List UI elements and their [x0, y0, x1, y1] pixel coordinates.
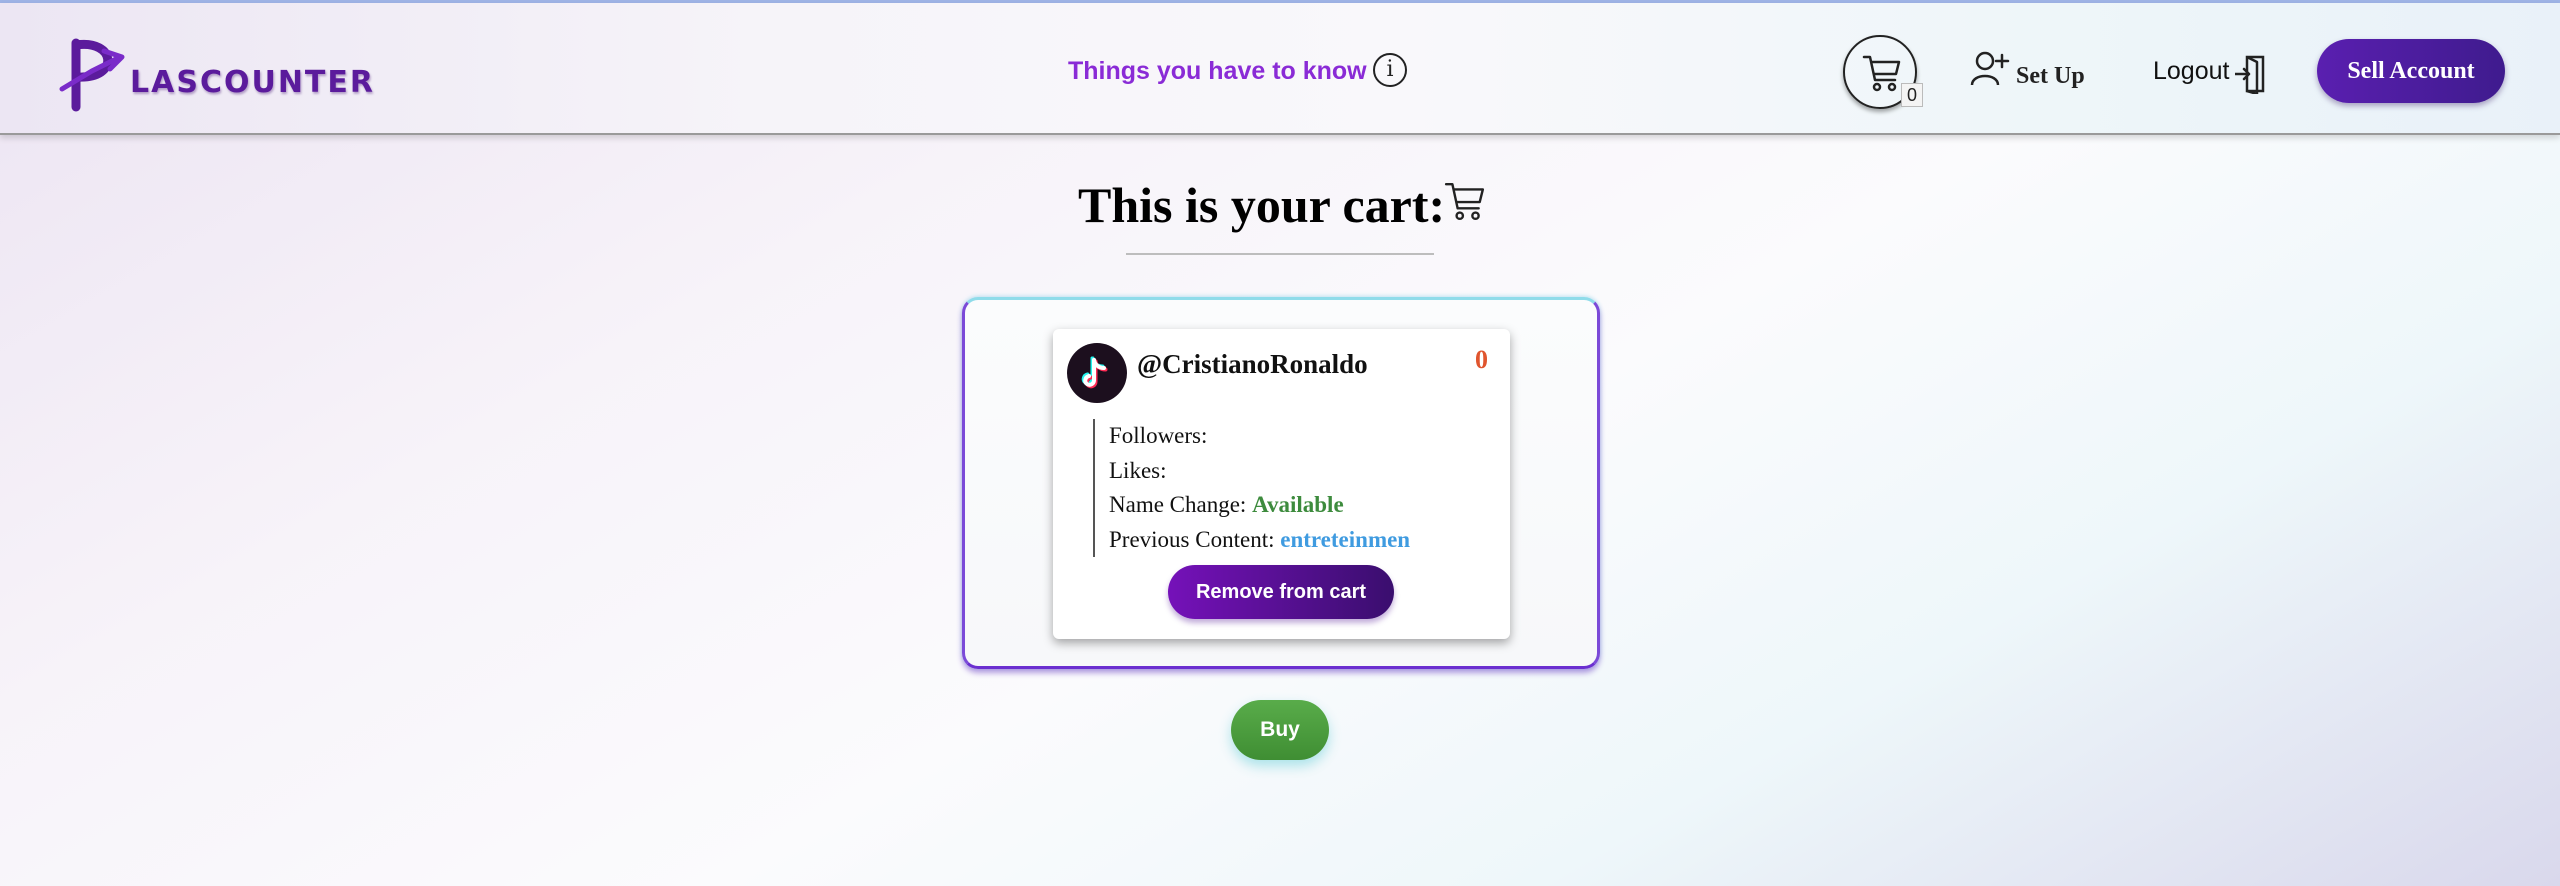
previous-content-label: Previous Content:	[1109, 526, 1275, 552]
logo[interactable]: LASCOUNTER	[58, 37, 373, 113]
logout-link[interactable]: Logout	[2153, 55, 2265, 94]
setup-label: Set Up	[2016, 63, 2085, 89]
followers-row: Followers:	[1109, 419, 1410, 454]
previous-content-row: Previous Content: entreteinmen	[1109, 523, 1410, 558]
tiktok-icon	[1067, 343, 1127, 403]
logo-mark-icon	[59, 38, 125, 112]
previous-content-value: entreteinmen	[1280, 526, 1411, 552]
logout-label: Logout	[2153, 57, 2230, 85]
name-change-row: Name Change: Available	[1109, 488, 1410, 523]
cart-item-card: @CristianoRonaldo 0 Followers: Likes: Na…	[1053, 329, 1510, 639]
info-icon[interactable]: i	[1373, 53, 1407, 87]
add-user-icon	[1970, 51, 2010, 86]
account-handle: @CristianoRonaldo	[1137, 349, 1368, 379]
title-cart-icon	[1444, 182, 1485, 221]
account-details: Followers: Likes: Name Change: Available…	[1093, 419, 1410, 557]
name-change-label: Name Change:	[1109, 492, 1247, 517]
likes-row: Likes:	[1109, 454, 1410, 489]
sell-account-button[interactable]: Sell Account	[2317, 39, 2505, 103]
followers-label: Followers:	[1109, 423, 1208, 448]
top-header: LASCOUNTER Things you have to know i 0 S…	[0, 3, 2560, 135]
things-to-know-link[interactable]: Things you have to know	[1068, 57, 1367, 86]
likes-label: Likes:	[1109, 457, 1167, 483]
buy-button[interactable]: Buy	[1231, 700, 1329, 760]
title-divider	[1126, 253, 1434, 255]
cart-count-badge: 0	[1901, 83, 1923, 107]
page-title: This is your cart:	[1078, 177, 1446, 233]
name-change-value: Available	[1252, 492, 1344, 517]
cart-icon	[1862, 55, 1901, 92]
logout-door-icon	[2235, 55, 2265, 94]
account-price: 0	[1475, 345, 1488, 374]
logo-text: LASCOUNTER	[130, 65, 375, 100]
remove-from-cart-button[interactable]: Remove from cart	[1168, 565, 1394, 619]
